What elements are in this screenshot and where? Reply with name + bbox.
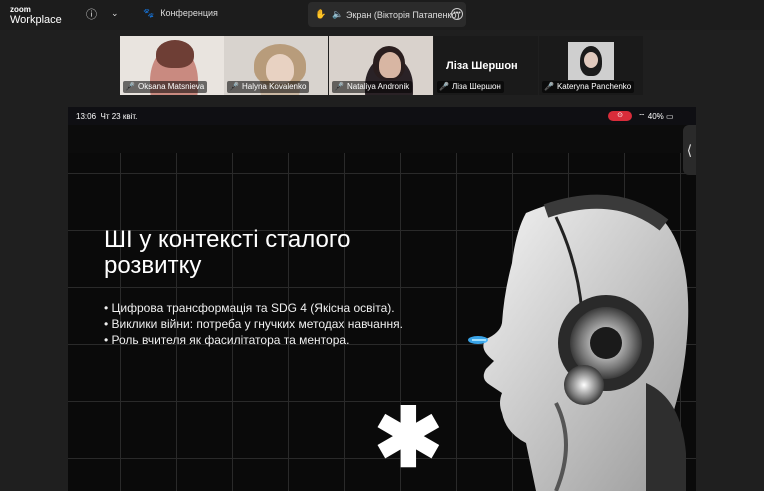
participant-name-label: 🎤 Halyna Kovalenko [227,81,310,93]
video-tile-nataliya[interactable]: 🎤 Nataliya Andronik [329,36,433,95]
conference-label: Конференция [160,8,218,18]
participant-avatar [568,42,614,80]
slide-bullet: • Роль вчителя як фасилітатора та ментор… [104,333,350,347]
mic-off-icon: 🎤 [334,82,344,91]
participants-icon: 🐾 [143,8,155,18]
chevron-down-icon[interactable]: ⌄ [111,8,119,19]
record-indicator-icon: ⊙ [608,111,632,121]
collapse-handle-icon[interactable]: ⟨ [683,125,696,175]
device-status-bar: 13:06 Чт 23 квіт. ⊙ ⌔ 40% ▭ [68,107,696,125]
participant-name-label: 🎤 Oksana Matsnieva [123,81,208,93]
shared-screen: 13:06 Чт 23 квіт. ⊙ ⌔ 40% ▭ ШІ у контекс… [68,107,696,491]
top-toolbar: zoom Workplace ⓘ ⌄ 🐾 Конференция ✋ 🔈 Экра… [0,0,764,30]
slide-bullets: • Цифрова трансформація та SDG 4 (Якісна… [104,300,404,348]
mic-off-icon: 🎤 [439,82,449,91]
robot-head-illustration [468,194,689,491]
status-time: 13:06 Чт 23 квіт. [76,112,138,121]
battery-icon: ▭ [666,112,674,121]
presentation-slide: ШІ у контексті сталого розвитку • Цифров… [68,153,696,491]
logo-line2: Workplace [10,14,62,26]
participant-face [379,52,401,78]
participant-name-label: 🎤 Kateryna Panchenko [542,81,635,93]
video-tile-halyna[interactable]: 🎤 Halyna Kovalenko [224,36,328,95]
hand-icon: ✋ [315,9,327,19]
participant-name-label: 🎤 Ліза Шершон [437,81,504,93]
status-right: ⌔ 40% ▭ [638,112,674,121]
slide-bullet: • Цифрова трансформація та SDG 4 (Якісна… [104,301,395,315]
video-tile-kateryna[interactable]: 🎤 Kateryna Panchenko [539,36,643,95]
mic-off-icon: 🎤 [229,82,239,91]
mic-off-icon: 🎤 [125,82,135,91]
participant-name-label: 🎤 Nataliya Andronik [332,81,413,93]
share-title: Экран (Вікторія Патапенко) [346,10,460,20]
participant-display-name: Ліза Шершон [446,60,518,72]
info-icon[interactable]: ⓘ [86,6,97,22]
slide-bullet: • Виклики війни: потреба у гнучких метод… [104,317,403,331]
video-tile-lisa[interactable]: Ліза Шершон 🎤 Ліза Шершон [434,36,538,95]
conference-button[interactable]: 🐾 Конференция [143,8,218,19]
more-icon[interactable]: ••• [451,8,463,20]
participant-face [266,54,294,84]
participant-hair [156,40,194,68]
speaker-icon: 🔈 [332,9,344,19]
screen-share-indicator[interactable]: ✋ 🔈 Экран (Вікторія Патапенко) ••• [308,2,466,27]
slide-title: ШІ у контексті сталого розвитку [104,226,351,279]
mic-off-icon: 🎤 [544,82,554,91]
wifi-icon: ⌔ [638,112,646,121]
zoom-logo: zoom Workplace [10,5,62,26]
video-tile-oksana[interactable]: 🎤 Oksana Matsnieva [120,36,224,95]
